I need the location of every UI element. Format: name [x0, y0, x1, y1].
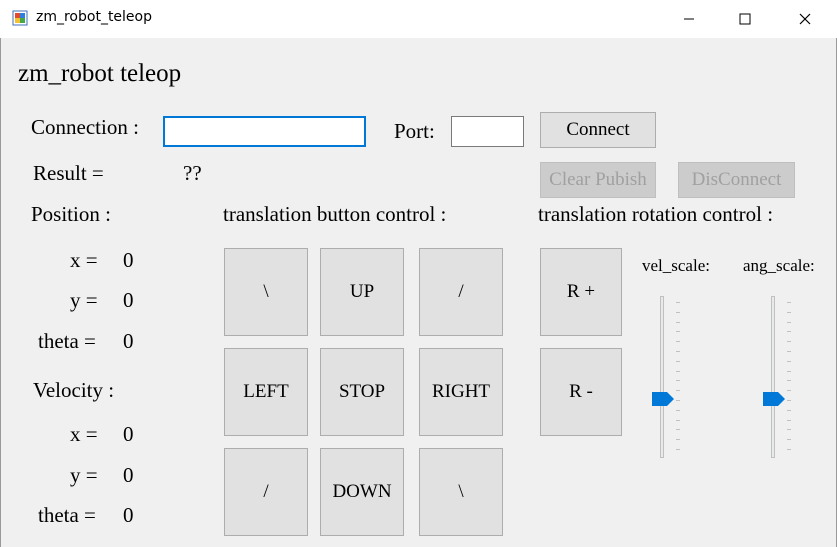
ang-scale-tick — [787, 321, 791, 323]
move-down-right-button[interactable]: \ — [419, 448, 503, 536]
ang-scale-tick — [787, 302, 791, 303]
ang-scale-tick — [787, 400, 791, 401]
velocity-y-label: y = — [70, 463, 98, 487]
vel-scale-tick — [676, 360, 680, 362]
close-icon — [799, 13, 811, 25]
velocity-x-label: x = — [70, 422, 98, 446]
connect-button[interactable]: Connect — [540, 112, 656, 148]
vel-scale-tick — [676, 311, 680, 313]
vel-scale-slider[interactable] — [650, 292, 690, 460]
disconnect-button[interactable]: DisConnect — [678, 162, 795, 198]
vel-scale-tick — [676, 341, 680, 343]
vel-scale-thumb[interactable] — [652, 392, 674, 407]
result-label: Result = — [33, 161, 104, 185]
vel-scale-tick — [676, 370, 680, 372]
ang-scale-tick — [787, 351, 791, 352]
position-y-value: 0 — [123, 288, 134, 312]
clear-publish-button[interactable]: Clear Pubish — [540, 162, 656, 198]
vel-scale-tick — [676, 302, 680, 303]
app-icon — [12, 10, 28, 26]
vel-scale-tick — [676, 351, 680, 352]
stop-button[interactable]: STOP — [320, 348, 404, 436]
ang-scale-tick — [787, 311, 791, 313]
move-down-button[interactable]: DOWN — [320, 448, 404, 536]
velocity-label: Velocity : — [33, 378, 115, 402]
rotate-minus-button[interactable]: R - — [540, 348, 622, 436]
vel-scale-tick — [676, 400, 680, 401]
vel-scale-tick — [676, 331, 680, 333]
ang-scale-tick — [787, 370, 791, 372]
rotate-plus-button[interactable]: R + — [540, 248, 622, 336]
move-right-button[interactable]: RIGHT — [419, 348, 503, 436]
vel-scale-tick — [676, 409, 680, 411]
vel-scale-tick — [676, 380, 680, 382]
ang-scale-tick — [787, 409, 791, 411]
ang-scale-tick — [787, 331, 791, 333]
connection-label: Connection : — [31, 115, 139, 139]
move-up-right-button[interactable]: / — [419, 248, 503, 336]
window-title: zm_robot_teleop — [36, 9, 152, 25]
vel-scale-tick — [676, 429, 680, 431]
position-x-value: 0 — [123, 248, 134, 272]
position-x-label: x = — [70, 248, 98, 272]
vel-scale-track[interactable] — [660, 296, 664, 458]
position-theta-value: 0 — [123, 329, 134, 353]
ang-scale-thumb[interactable] — [763, 392, 785, 407]
ang-scale-tick — [787, 390, 791, 392]
vel-scale-tick — [676, 390, 680, 392]
ang-scale-tick — [787, 429, 791, 431]
ang-scale-tick — [787, 449, 791, 450]
ang-scale-tick — [787, 419, 791, 421]
velocity-theta-label: theta = — [38, 503, 96, 527]
connection-input[interactable] — [163, 116, 366, 147]
result-value: ?? — [183, 161, 202, 185]
move-left-button[interactable]: LEFT — [224, 348, 308, 436]
maximize-button[interactable] — [722, 0, 768, 38]
move-up-button[interactable]: UP — [320, 248, 404, 336]
minimize-icon — [684, 18, 694, 20]
velocity-x-value: 0 — [123, 422, 134, 446]
vel-scale-tick — [676, 321, 680, 323]
window-border-left — [0, 38, 1, 547]
ang-scale-track[interactable] — [771, 296, 775, 458]
ang-scale-slider[interactable] — [761, 292, 801, 460]
close-button[interactable] — [782, 0, 828, 38]
port-label: Port: — [394, 119, 435, 143]
position-theta-label: theta = — [38, 329, 96, 353]
position-label: Position : — [31, 202, 111, 226]
velocity-y-value: 0 — [123, 463, 134, 487]
translation-rotation-control-label: translation rotation control : — [538, 202, 774, 226]
vel-scale-label: vel_scale: — [642, 256, 710, 275]
move-down-left-button[interactable]: / — [224, 448, 308, 536]
move-up-left-button[interactable]: \ — [224, 248, 308, 336]
ang-scale-tick — [787, 341, 791, 343]
minimize-button[interactable] — [666, 0, 712, 38]
vel-scale-tick — [676, 419, 680, 421]
ang-scale-tick — [787, 360, 791, 362]
title-bar[interactable]: zm_robot_teleop — [0, 0, 837, 38]
app-heading: zm_robot teleop — [18, 60, 182, 87]
port-input[interactable] — [451, 116, 524, 147]
ang-scale-label: ang_scale: — [743, 256, 815, 275]
maximize-icon — [739, 13, 751, 25]
velocity-theta-value: 0 — [123, 503, 134, 527]
ang-scale-tick — [787, 380, 791, 382]
translation-button-control-label: translation button control : — [223, 202, 447, 226]
ang-scale-tick — [787, 439, 791, 441]
vel-scale-tick — [676, 449, 680, 450]
position-y-label: y = — [70, 288, 98, 312]
vel-scale-tick — [676, 439, 680, 441]
